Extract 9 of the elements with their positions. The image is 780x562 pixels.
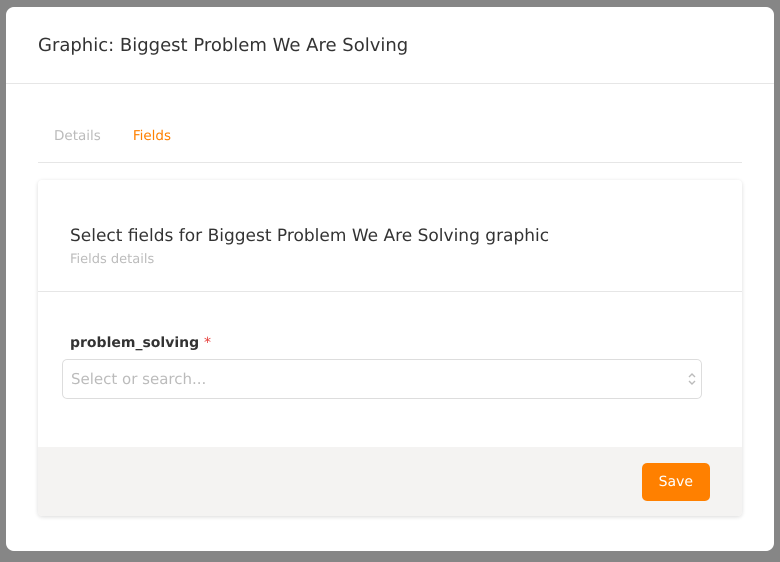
tab[interactable]: Details (54, 128, 101, 162)
tab[interactable]: Fields (132, 128, 172, 162)
card-title: Select fields for Biggest Problem We Are Solving graphic (70, 226, 550, 246)
field-label: problem_solving * (70, 335, 211, 351)
select-field[interactable]: Select or search... (62, 359, 702, 399)
chevron-up-down-icon (688, 372, 696, 386)
dialog-title: Graphic: Biggest Problem We Are Solving (38, 34, 408, 56)
card-subtitle: Fields details (70, 252, 156, 267)
save-button[interactable]: Save (642, 462, 710, 500)
